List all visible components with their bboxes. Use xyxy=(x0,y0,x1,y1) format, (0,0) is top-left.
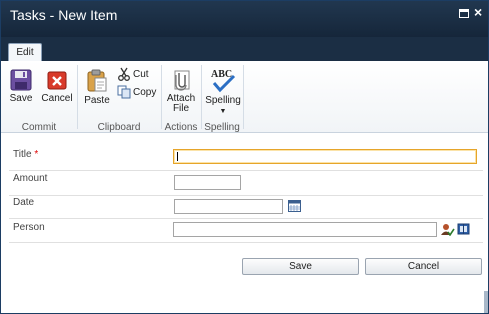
copy-label: Copy xyxy=(133,87,157,98)
spelling-button[interactable]: ABC Spelling ▼ xyxy=(204,67,242,117)
dialog-window: Tasks - New Item × Edit Save Cancel Comm… xyxy=(0,0,489,314)
attach-file-button[interactable]: Attach File xyxy=(164,69,198,114)
check-names-icon[interactable] xyxy=(441,223,455,236)
group-divider xyxy=(161,65,162,129)
dialog-title: Tasks - New Item xyxy=(10,7,118,23)
row-divider xyxy=(9,195,483,196)
spelling-group-label: Spelling xyxy=(204,122,240,133)
scissors-icon xyxy=(118,68,130,82)
attach-file-icon xyxy=(174,70,190,91)
close-icon[interactable]: × xyxy=(474,5,486,19)
amount-input[interactable] xyxy=(174,175,241,190)
amount-field-label: Amount xyxy=(13,173,48,184)
scrollbar-edge[interactable] xyxy=(484,291,488,313)
address-book-icon[interactable] xyxy=(457,223,470,235)
paste-ribbon-button[interactable]: Paste xyxy=(83,69,111,106)
spelling-label: Spelling xyxy=(205,95,241,106)
copy-button[interactable]: Copy xyxy=(117,85,156,101)
dropdown-arrow-icon: ▼ xyxy=(219,108,227,115)
maximize-icon[interactable] xyxy=(459,9,469,18)
paste-icon xyxy=(87,69,107,92)
date-input[interactable] xyxy=(174,199,283,214)
cut-button[interactable]: Cut xyxy=(117,67,149,83)
group-divider xyxy=(243,65,244,129)
cancel-ribbon-label: Cancel xyxy=(41,93,73,104)
save-button[interactable]: Save xyxy=(242,258,359,275)
row-divider xyxy=(9,242,483,243)
cut-label: Cut xyxy=(133,69,149,80)
cancel-button[interactable]: Cancel xyxy=(365,258,482,275)
save-ribbon-button[interactable]: Save xyxy=(6,69,36,104)
actions-group-label: Actions xyxy=(164,122,198,133)
cancel-ribbon-button[interactable]: Cancel xyxy=(39,69,75,104)
clipboard-group-label: Clipboard xyxy=(97,122,141,133)
row-divider xyxy=(9,218,483,219)
title-input[interactable] xyxy=(173,149,477,164)
row-divider xyxy=(9,170,483,171)
title-field-label: Title * xyxy=(13,149,38,160)
commit-group-label: Commit xyxy=(21,122,57,133)
person-field-label: Person xyxy=(13,222,45,233)
calendar-icon[interactable] xyxy=(288,200,301,212)
save-icon xyxy=(10,69,32,91)
paste-ribbon-label: Paste xyxy=(84,95,110,106)
group-divider xyxy=(201,65,202,129)
required-marker: * xyxy=(34,149,39,160)
text-cursor xyxy=(177,152,178,161)
person-input[interactable] xyxy=(173,222,437,237)
cancel-icon xyxy=(47,71,67,90)
ribbon: Save Cancel Commit Paste Cut Copy Clipbo… xyxy=(1,61,488,133)
spellcheck-icon: ABC xyxy=(211,69,236,93)
attach-label-line2: File xyxy=(172,103,190,114)
title-label-text: Title xyxy=(13,149,32,160)
tab-edit[interactable]: Edit xyxy=(8,43,42,62)
date-field-label: Date xyxy=(13,197,35,208)
spellcheck-abc-text: ABC xyxy=(211,69,232,80)
title-bar: Tasks - New Item × xyxy=(1,1,488,37)
group-divider xyxy=(77,65,78,129)
ribbon-tab-bar: Edit xyxy=(1,37,488,62)
copy-icon xyxy=(117,85,131,99)
save-ribbon-label: Save xyxy=(9,93,33,104)
